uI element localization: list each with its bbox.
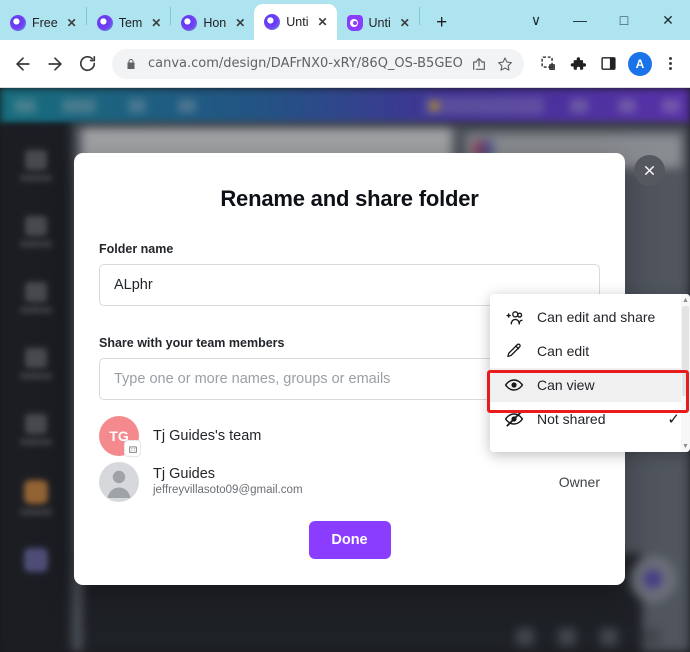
pencil-icon xyxy=(504,341,524,361)
browser-tab-5[interactable]: Unti ✕ xyxy=(337,6,419,40)
person-role: Owner xyxy=(558,474,600,490)
browser-tab-2[interactable]: Tem ✕ xyxy=(87,6,171,40)
menu-item-can-edit[interactable]: Can edit xyxy=(490,334,690,368)
checkmark-icon: ✓ xyxy=(667,411,680,428)
avatar-user xyxy=(99,462,139,502)
avatar-team: TG xyxy=(99,416,141,457)
kebab-menu-icon[interactable] xyxy=(658,50,682,78)
scrollbar-thumb[interactable] xyxy=(682,306,689,396)
browser-tabstrip: Free ✕ Tem ✕ Hon ✕ Unti ✕ Unti ✕ + ∨ — □… xyxy=(0,0,690,40)
menu-item-not-shared[interactable]: Not shared ✓ xyxy=(490,402,690,436)
menu-item-label: Can view xyxy=(537,377,595,393)
tab-title: Free xyxy=(32,16,58,30)
url-text: canva.com/design/DAFrNX0-xRY/86Q_OS-B5GE… xyxy=(148,56,462,71)
dialog-title: Rename and share folder xyxy=(220,186,479,211)
side-panel-icon[interactable] xyxy=(594,50,622,78)
canva-favicon xyxy=(264,14,281,30)
menu-item-label: Can edit xyxy=(537,343,590,359)
canva-favicon xyxy=(96,15,113,31)
window-controls: ∨ — □ ✕ xyxy=(514,0,690,40)
canva-favicon xyxy=(181,15,198,31)
tab-divider xyxy=(418,7,420,25)
tab-title: Tem xyxy=(118,16,143,30)
new-tab-button[interactable]: + xyxy=(428,9,456,37)
profile-avatar[interactable]: A xyxy=(628,51,652,76)
browser-tab-3[interactable]: Hon ✕ xyxy=(171,6,254,40)
menu-item-can-edit-and-share[interactable]: Can edit and share xyxy=(490,300,690,334)
maximize-icon[interactable]: □ xyxy=(602,3,646,37)
tab-search-chevron-icon[interactable]: ∨ xyxy=(514,3,558,37)
close-icon[interactable] xyxy=(634,155,665,186)
tab-close-icon[interactable]: ✕ xyxy=(148,15,164,31)
star-icon[interactable] xyxy=(496,55,514,73)
reload-icon[interactable] xyxy=(72,49,102,79)
dropdown-scrollbar[interactable]: ▲ ▼ xyxy=(681,294,690,452)
browser-tab-4-active[interactable]: Unti ✕ xyxy=(254,4,337,40)
done-button[interactable]: Done xyxy=(308,521,391,559)
tab-title: Unti xyxy=(286,15,309,29)
browser-toolbar: canva.com/design/DAFrNX0-xRY/86Q_OS-B5GE… xyxy=(0,40,690,88)
permission-dropdown-menu: Can edit and share Can edit Can view Not… xyxy=(490,294,690,452)
forward-icon[interactable] xyxy=(40,49,70,79)
list-item-owner[interactable]: Tj Guides jeffreyvillasoto09@gmail.com O… xyxy=(99,459,600,505)
menu-item-label: Not shared xyxy=(537,411,606,427)
back-icon[interactable] xyxy=(8,49,38,79)
eye-slash-icon xyxy=(504,409,524,429)
dialog-footer: Done xyxy=(74,521,625,559)
browser-tab-1[interactable]: Free ✕ xyxy=(0,6,86,40)
tab-close-icon[interactable]: ✕ xyxy=(397,15,413,31)
minimize-icon[interactable]: — xyxy=(558,3,602,37)
reading-list-icon[interactable] xyxy=(534,50,562,78)
person-name: Tj Guides xyxy=(153,466,216,483)
canva-favicon xyxy=(10,15,26,31)
scroll-down-arrow-icon[interactable]: ▼ xyxy=(681,441,690,451)
menu-item-can-view[interactable]: Can view xyxy=(490,368,690,402)
scroll-up-arrow-icon[interactable]: ▲ xyxy=(681,295,690,305)
folder-name-label: Folder name xyxy=(99,242,174,256)
share-icon[interactable] xyxy=(470,55,488,73)
menu-item-label: Can edit and share xyxy=(537,309,656,325)
add-people-icon xyxy=(504,307,524,327)
monster-favicon xyxy=(346,15,363,31)
tab-close-icon[interactable]: ✕ xyxy=(232,15,248,31)
close-window-icon[interactable]: ✕ xyxy=(646,3,690,37)
eye-icon xyxy=(504,375,524,395)
person-email: jeffreyvillasoto09@gmail.com xyxy=(153,484,303,497)
tab-title: Hon xyxy=(203,16,227,30)
extensions-puzzle-icon[interactable] xyxy=(564,50,592,78)
tab-close-icon[interactable]: ✕ xyxy=(315,14,331,30)
screenshot-root: Free ✕ Tem ✕ Hon ✕ Unti ✕ Unti ✕ + ∨ — □… xyxy=(0,0,690,652)
lock-icon xyxy=(122,55,140,73)
tab-title: Unti xyxy=(368,16,391,30)
team-badge-icon xyxy=(124,440,141,457)
tab-close-icon[interactable]: ✕ xyxy=(64,15,80,31)
person-name: Tj Guides's team xyxy=(153,427,262,444)
address-bar[interactable]: canva.com/design/DAFrNX0-xRY/86Q_OS-B5GE… xyxy=(112,48,524,79)
